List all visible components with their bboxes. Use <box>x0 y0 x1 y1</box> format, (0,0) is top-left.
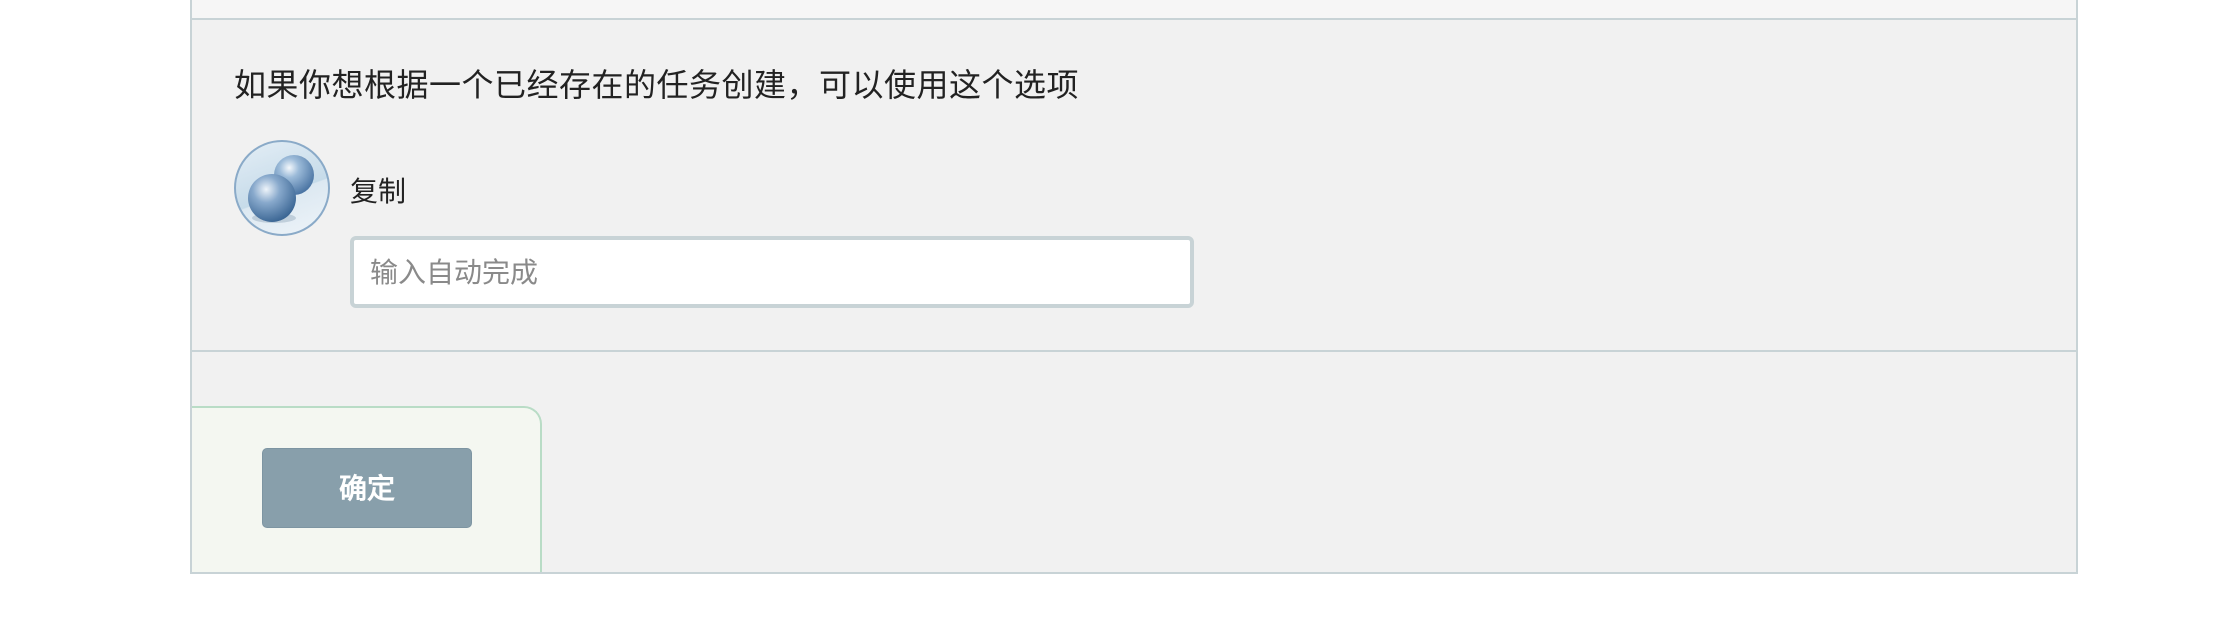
copy-section-description: 如果你想根据一个已经存在的任务创建，可以使用这个选项 <box>234 66 1080 104</box>
task-autocomplete-input[interactable] <box>350 236 1194 308</box>
form-actions-box: 确定 <box>192 406 542 572</box>
previous-section-divider <box>192 0 2076 20</box>
copy-task-section: 如果你想根据一个已经存在的任务创建，可以使用这个选项 复制 输入自动完成 <box>192 20 2076 352</box>
copy-option-label: 复制 <box>350 175 407 208</box>
confirm-button[interactable]: 确定 <box>262 448 472 528</box>
task-form-panel: 如果你想根据一个已经存在的任务创建，可以使用这个选项 复制 输入自动完成 确定 <box>190 0 2078 574</box>
copy-spheres-icon <box>234 140 330 236</box>
